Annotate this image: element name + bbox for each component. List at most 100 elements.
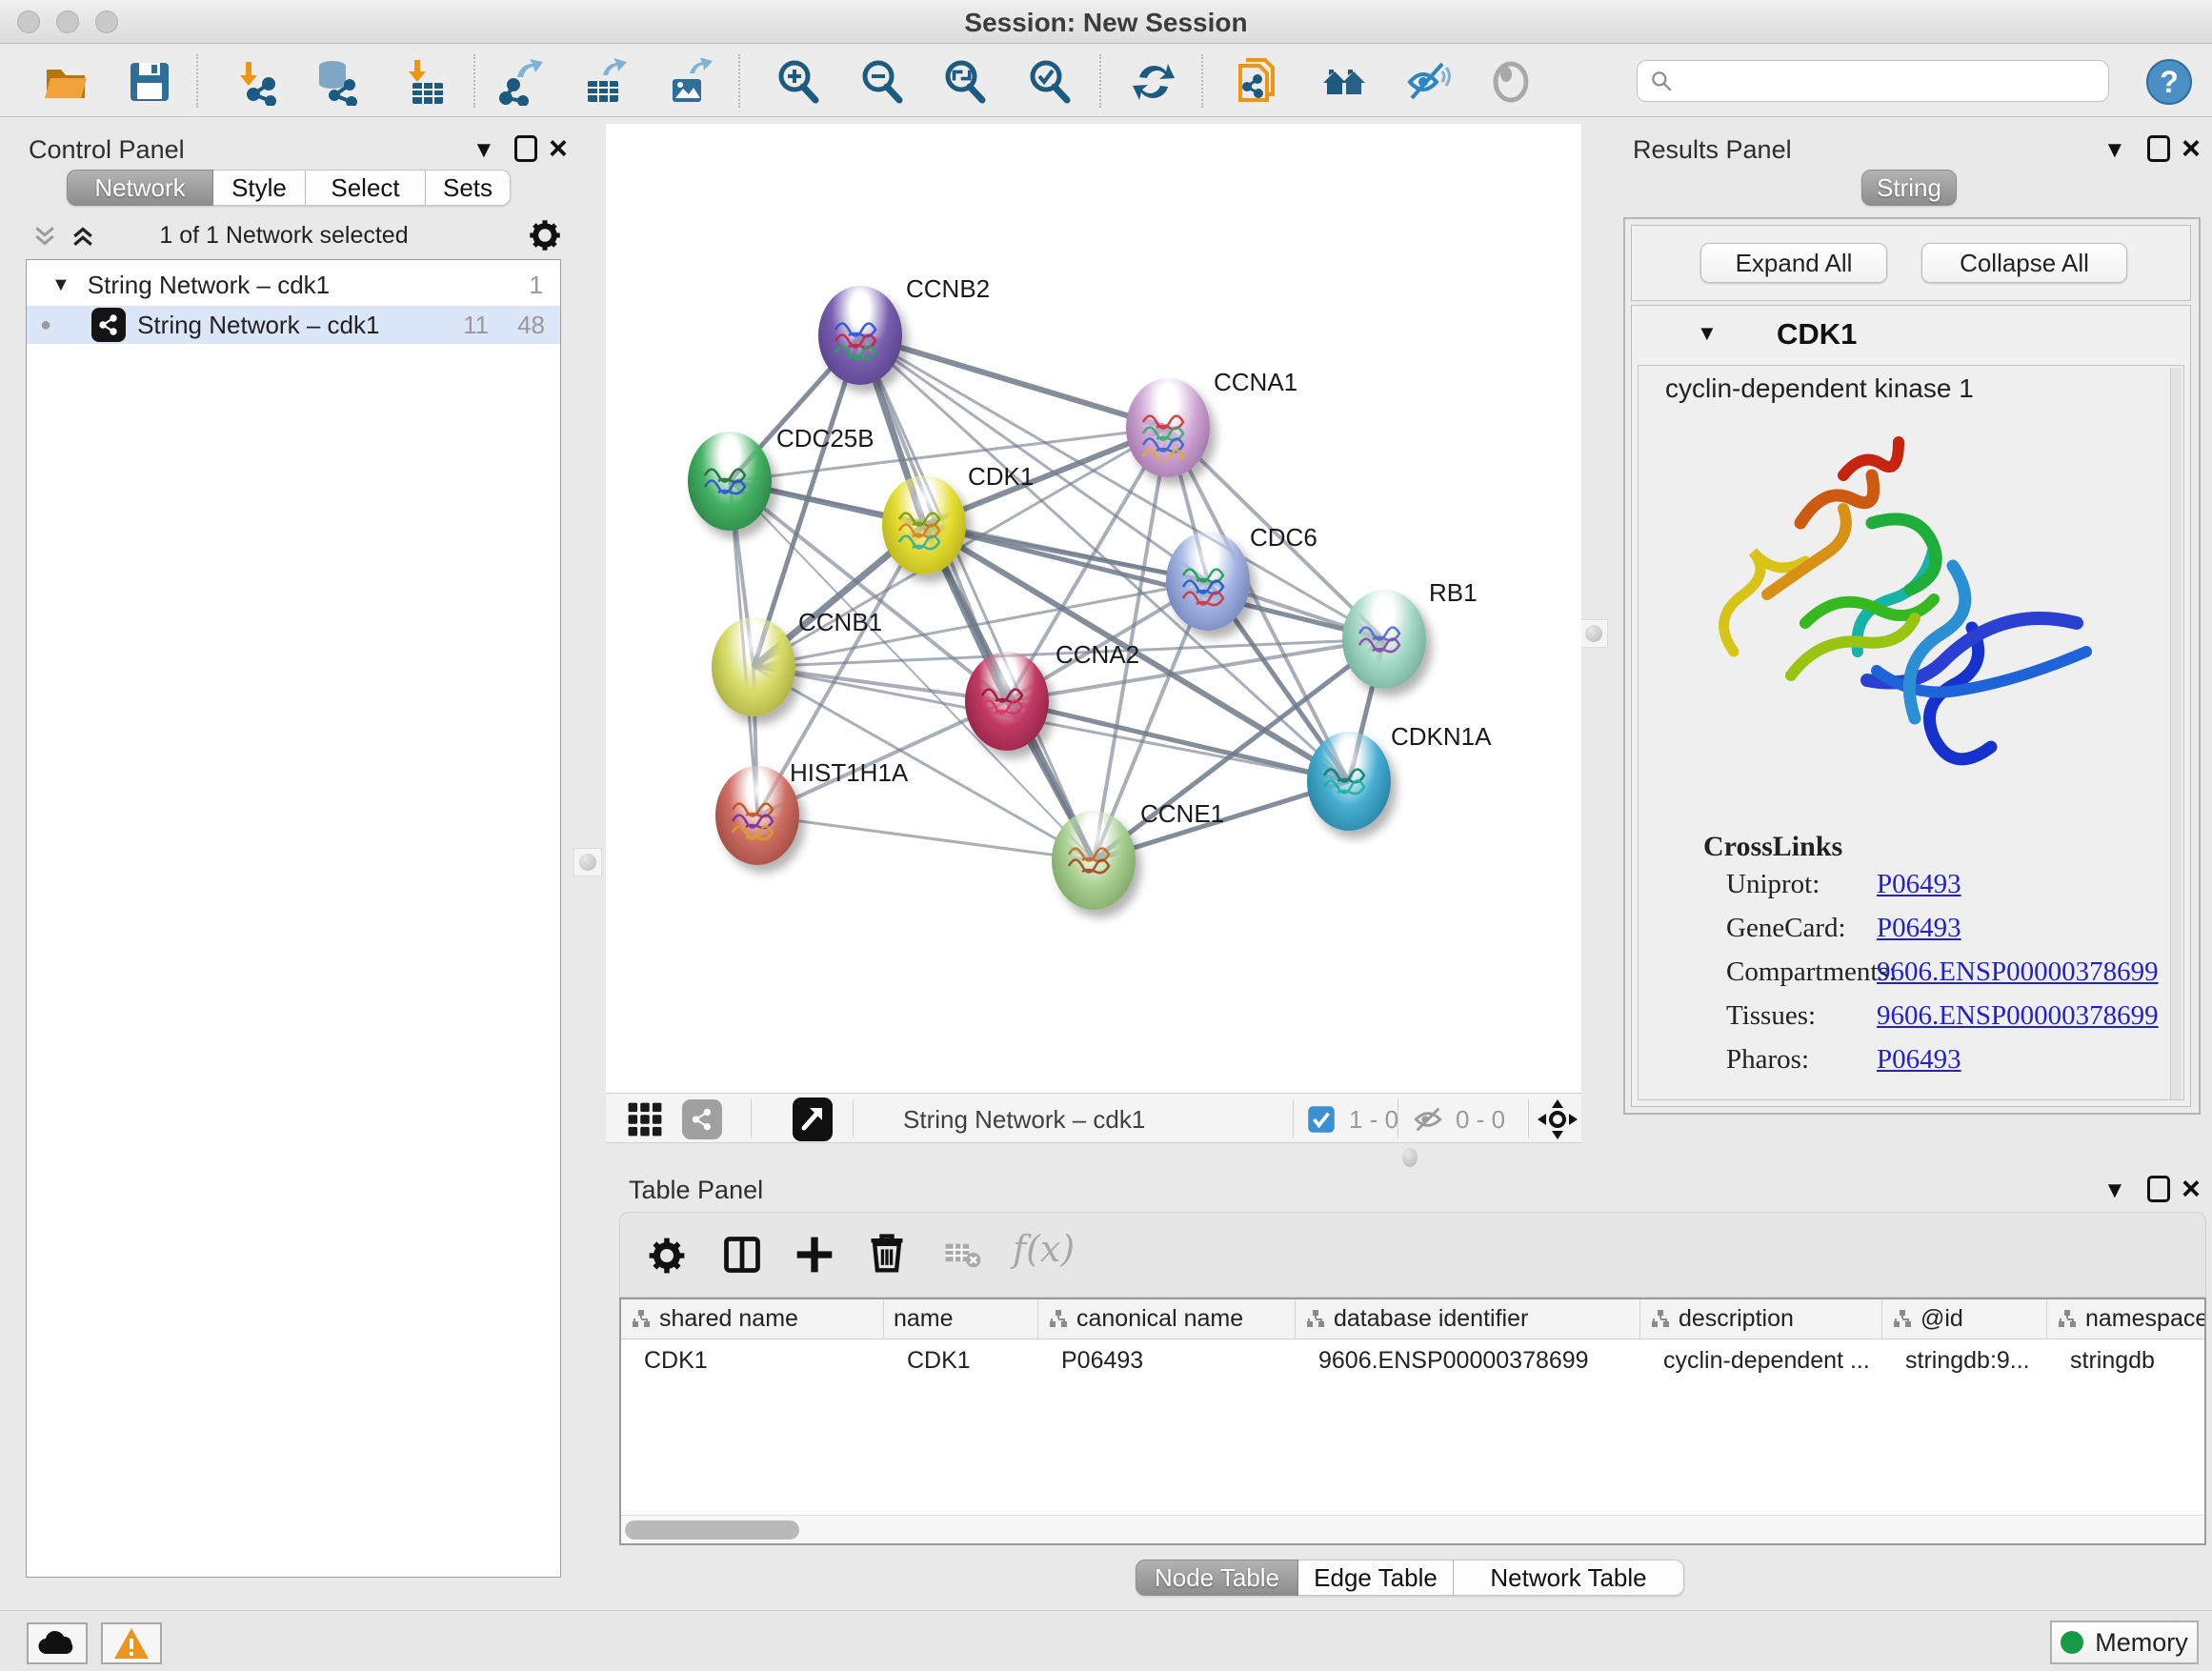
hide-unhide-icon[interactable] bbox=[1404, 58, 1452, 106]
show-columns-icon[interactable] bbox=[721, 1234, 763, 1276]
zoom-in-icon[interactable] bbox=[774, 58, 822, 106]
table-cell[interactable]: CDK1 bbox=[621, 1339, 884, 1381]
column-header-canonical-name[interactable]: canonical name bbox=[1038, 1299, 1296, 1339]
network-collection-row[interactable]: ▼ String Network – cdk1 1 bbox=[27, 266, 560, 304]
table-cell[interactable]: cyclin-dependent ... bbox=[1640, 1339, 1882, 1381]
import-database-icon[interactable] bbox=[312, 58, 359, 106]
results-vertical-scrollbar[interactable] bbox=[2170, 368, 2182, 1099]
crosslink-link[interactable]: P06493 bbox=[1877, 869, 1961, 899]
save-session-icon[interactable] bbox=[126, 58, 173, 106]
network-edge-HIST1H1A-CCNE1[interactable] bbox=[757, 815, 1094, 860]
add-column-icon[interactable] bbox=[794, 1234, 835, 1276]
left-splitter-handle[interactable] bbox=[573, 848, 602, 876]
table-cell[interactable]: P06493 bbox=[1038, 1339, 1296, 1381]
network-node-CCNB1[interactable] bbox=[712, 617, 795, 716]
tab-select[interactable]: Select bbox=[306, 170, 426, 206]
cdk1-collapse-icon[interactable]: ▼ bbox=[1697, 321, 1718, 346]
tab-network[interactable]: Network bbox=[67, 170, 213, 206]
tab-edge-table[interactable]: Edge Table bbox=[1298, 1560, 1454, 1596]
table-panel-close-icon[interactable]: × bbox=[2182, 1176, 2201, 1202]
column-header-description[interactable]: description bbox=[1640, 1299, 1882, 1339]
table-cell[interactable]: stringdb:9... bbox=[1882, 1339, 2047, 1381]
table-options-gear-icon[interactable] bbox=[647, 1236, 687, 1276]
cdk1-header[interactable]: ▼ CDK1 bbox=[1632, 306, 2190, 363]
delete-column-icon[interactable] bbox=[866, 1232, 908, 1274]
open-session-icon[interactable] bbox=[42, 58, 90, 106]
tab-network-table[interactable]: Network Table bbox=[1454, 1560, 1684, 1596]
import-table-icon[interactable] bbox=[399, 58, 447, 106]
network-options-gear-icon[interactable] bbox=[528, 218, 562, 252]
table-cell[interactable]: 9606.ENSP00000378699 bbox=[1296, 1339, 1640, 1381]
control-panel-close-icon[interactable]: × bbox=[549, 135, 568, 162]
export-network-icon[interactable] bbox=[498, 58, 546, 106]
birds-eye-icon[interactable] bbox=[1536, 1097, 1579, 1141]
help-icon[interactable]: ? bbox=[2145, 58, 2193, 106]
show-graphics-icon[interactable] bbox=[1487, 58, 1535, 106]
collapse-all-button[interactable]: Collapse All bbox=[1921, 243, 2127, 283]
tab-node-table[interactable]: Node Table bbox=[1136, 1560, 1298, 1596]
scrollbar-thumb[interactable] bbox=[625, 1520, 799, 1540]
import-network-icon[interactable] bbox=[231, 58, 278, 106]
table-panel-menu-icon[interactable]: ▼ bbox=[2103, 1178, 2126, 1204]
tree-expanded-icon[interactable]: ▼ bbox=[51, 274, 70, 296]
network-node-CDKN1A[interactable] bbox=[1307, 732, 1391, 831]
export-image-icon[interactable] bbox=[665, 58, 713, 106]
memory-button[interactable]: Memory bbox=[2050, 1621, 2199, 1664]
network-edge-CCNB2-CCNA1[interactable] bbox=[860, 335, 1168, 428]
search-field[interactable] bbox=[1637, 60, 2109, 102]
network-node-CCNA2[interactable] bbox=[965, 652, 1049, 751]
network-node-RB1[interactable] bbox=[1342, 590, 1426, 689]
column-header-@id[interactable]: @id bbox=[1882, 1299, 2047, 1339]
crosslink-link[interactable]: 9606.ENSP00000378699 bbox=[1877, 1000, 2159, 1031]
grid-view-icon[interactable] bbox=[627, 1101, 663, 1137]
collapse-all-icon[interactable] bbox=[30, 222, 59, 251]
column-header-shared-name[interactable]: shared name bbox=[621, 1299, 884, 1339]
string-import-icon[interactable] bbox=[1235, 58, 1282, 106]
navigator-icon[interactable] bbox=[793, 1097, 833, 1141]
tab-sets[interactable]: Sets bbox=[426, 170, 511, 206]
home-networks-icon[interactable] bbox=[1319, 58, 1367, 106]
hidden-eye-icon[interactable] bbox=[1412, 1103, 1444, 1136]
network-node-CDK1[interactable] bbox=[882, 475, 966, 574]
column-header-name[interactable]: name bbox=[884, 1299, 1038, 1339]
tab-string[interactable]: String bbox=[1861, 170, 1957, 206]
warnings-button[interactable] bbox=[101, 1622, 162, 1664]
table-panel-float-icon[interactable] bbox=[2147, 1176, 2170, 1202]
column-header-database-identifier[interactable]: database identifier bbox=[1296, 1299, 1640, 1339]
network-node-CCNB2[interactable] bbox=[818, 286, 902, 385]
bottom-splitter-handle[interactable] bbox=[1402, 1148, 1418, 1167]
crosslink-link[interactable]: P06493 bbox=[1877, 1044, 1961, 1075]
expand-all-icon[interactable] bbox=[69, 222, 97, 251]
crosslink-link[interactable]: 9606.ENSP00000378699 bbox=[1877, 956, 2159, 987]
control-panel-float-icon[interactable] bbox=[514, 135, 537, 162]
search-input[interactable] bbox=[1674, 67, 2083, 96]
tab-style[interactable]: Style bbox=[213, 170, 306, 206]
network-row-selected[interactable]: ● String Network – cdk1 11 48 bbox=[27, 306, 560, 344]
column-header-namespace[interactable]: namespace bbox=[2047, 1299, 2206, 1339]
string-view-icon[interactable] bbox=[682, 1099, 722, 1139]
table-cell[interactable]: stringdb bbox=[2047, 1339, 2206, 1381]
zoom-out-icon[interactable] bbox=[858, 58, 906, 106]
cloud-button[interactable] bbox=[27, 1622, 88, 1664]
crosslink-link[interactable]: P06493 bbox=[1877, 913, 1961, 943]
selected-checkbox-icon[interactable] bbox=[1307, 1105, 1336, 1134]
network-node-CCNE1[interactable] bbox=[1052, 811, 1136, 910]
zoom-selected-icon[interactable] bbox=[1026, 58, 1074, 106]
network-node-CCNA1[interactable] bbox=[1126, 378, 1210, 477]
network-node-CDC6[interactable] bbox=[1166, 532, 1250, 631]
control-panel-menu-icon[interactable]: ▼ bbox=[473, 137, 495, 164]
network-node-HIST1H1A[interactable] bbox=[715, 766, 799, 865]
expand-all-button[interactable]: Expand All bbox=[1700, 243, 1887, 283]
results-panel-float-icon[interactable] bbox=[2147, 135, 2170, 162]
results-panel-menu-icon[interactable]: ▼ bbox=[2103, 137, 2126, 164]
refresh-icon[interactable] bbox=[1130, 58, 1177, 106]
table-cell[interactable]: CDK1 bbox=[884, 1339, 1038, 1381]
table-horizontal-scrollbar[interactable] bbox=[621, 1515, 2204, 1543]
results-panel-close-icon[interactable]: × bbox=[2182, 135, 2201, 162]
table-row[interactable]: CDK1CDK1P064939606.ENSP00000378699cyclin… bbox=[621, 1339, 2204, 1381]
zoom-fit-icon[interactable] bbox=[941, 58, 989, 106]
right-splitter-handle[interactable] bbox=[1579, 619, 1608, 648]
network-node-CDC25B[interactable] bbox=[688, 432, 772, 531]
network-edge-CCNA2-CDKN1A[interactable] bbox=[1007, 701, 1349, 781]
network-view-canvas[interactable]: CCNB2CCNA1CDC25BCDK1CDC6RB1CCNB1CCNA2CDK… bbox=[606, 124, 1581, 1093]
